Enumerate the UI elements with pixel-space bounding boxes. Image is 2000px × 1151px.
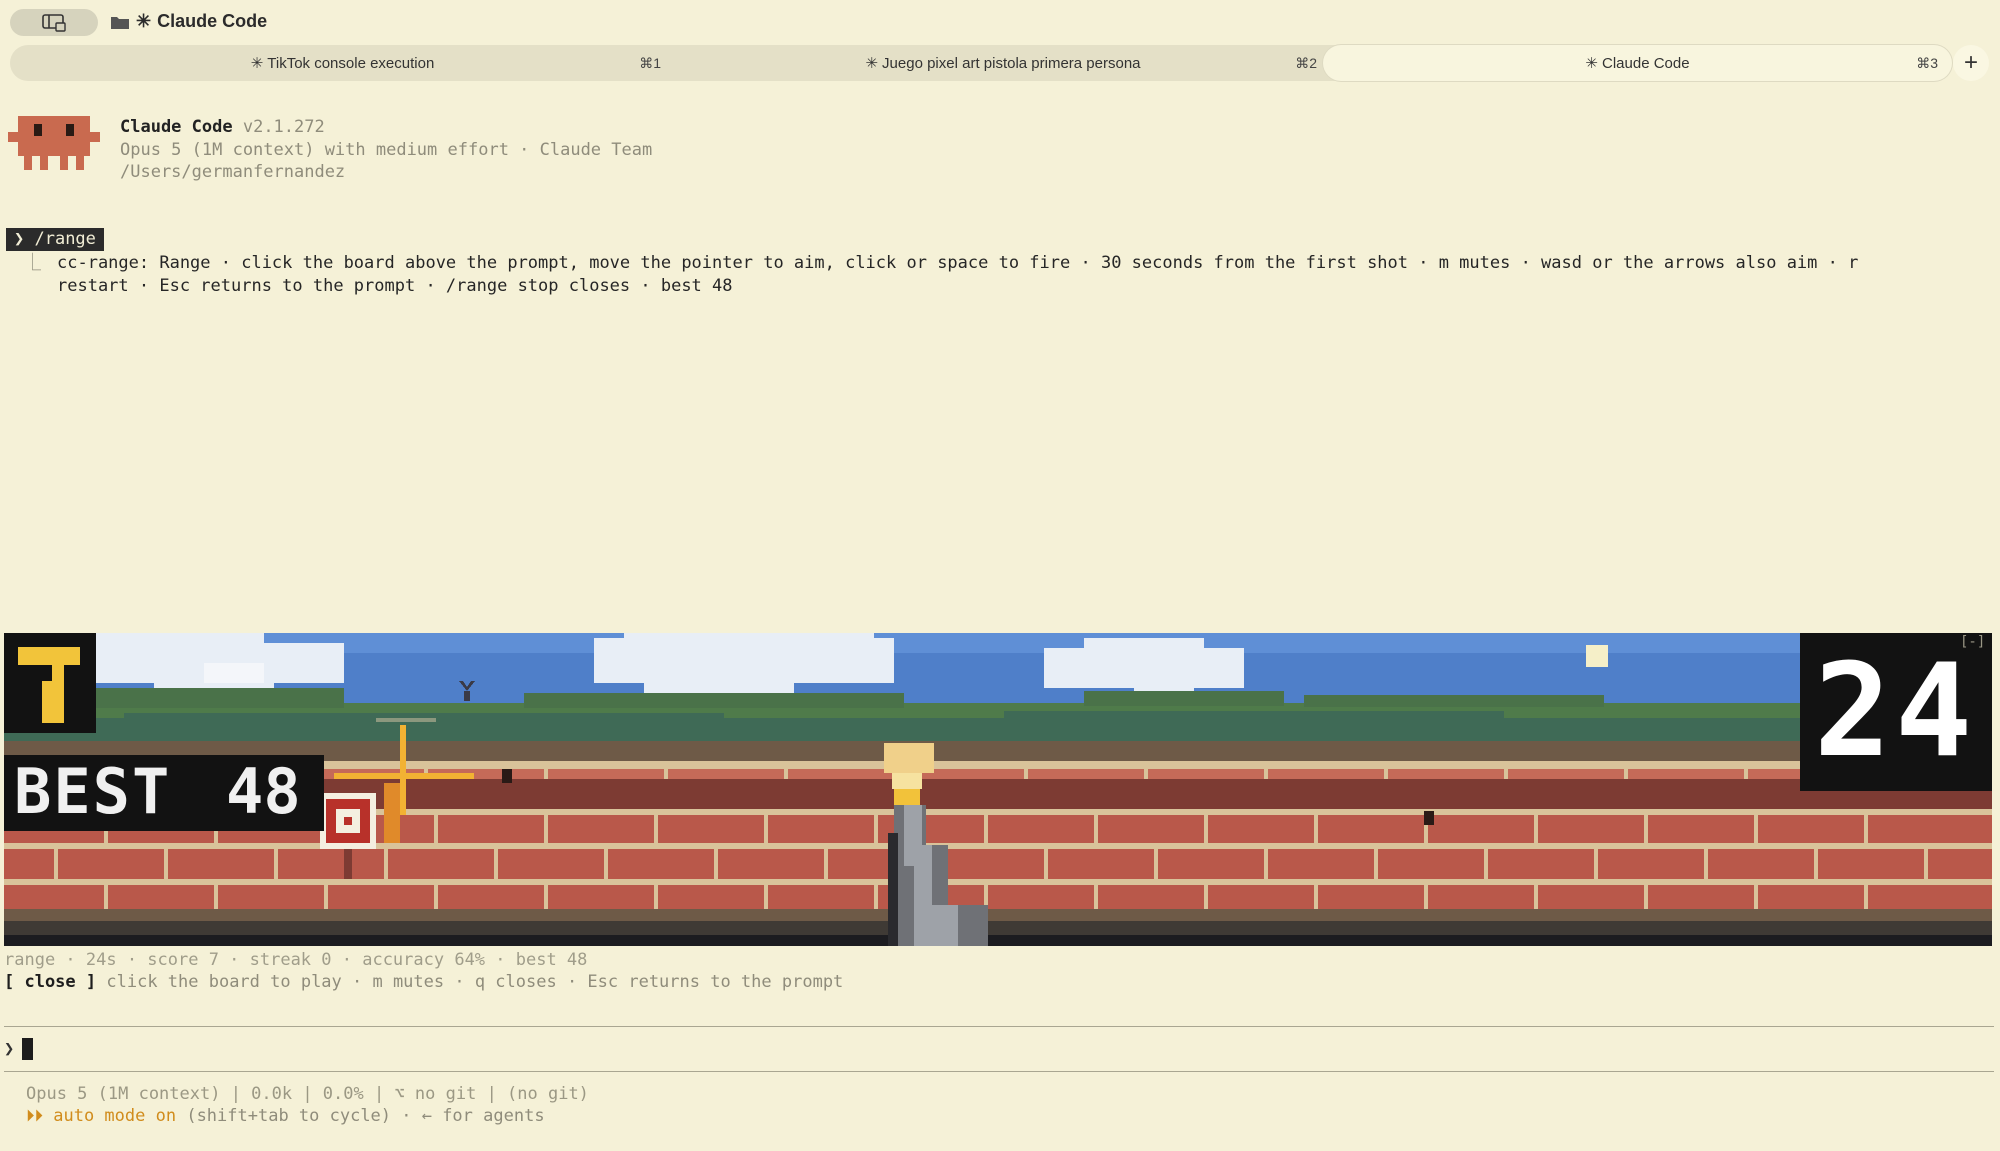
best-label: BEST bbox=[14, 755, 172, 828]
fast-forward-icon: ⏵⏵ bbox=[26, 1106, 43, 1126]
auto-mode-indicator: ⏵⏵ auto mode on (shift+tab to cycle) · ←… bbox=[26, 1105, 545, 1128]
app-name: Claude Code bbox=[120, 117, 233, 137]
window-title: Claude Code bbox=[157, 11, 268, 31]
game-hint-line: [ close ] click the board to play · m mu… bbox=[4, 971, 843, 994]
score-display: 7 bbox=[4, 633, 5, 634]
window-title-group: ✳ Claude Code bbox=[110, 11, 267, 32]
prompt-symbol: ❯ bbox=[4, 1039, 15, 1059]
tab-spinner-icon: ✳ bbox=[865, 55, 879, 72]
tab-claude-code[interactable]: ✳ Claude Code ⌘3 bbox=[1323, 45, 1952, 81]
folder-icon bbox=[111, 16, 129, 29]
session-header: Claude Code v2.1.272 Opus 5 (1M context)… bbox=[120, 116, 652, 184]
sun bbox=[1586, 645, 1608, 667]
time-remaining: 24 bbox=[1814, 637, 1977, 786]
sidebar-icon bbox=[42, 13, 66, 32]
minimize-game-button[interactable]: [-] bbox=[1960, 634, 1985, 650]
command-output: ⎿ cc-range: Range · click the board abov… bbox=[24, 252, 1974, 297]
output-line-1: cc-range: Range · click the board above … bbox=[57, 253, 1859, 273]
prompt-divider-bottom bbox=[4, 1071, 1994, 1072]
tab-label: Claude Code bbox=[1602, 54, 1690, 72]
best-value: 48 bbox=[226, 755, 301, 828]
app-version: v2.1.272 bbox=[242, 117, 325, 137]
prompt-divider-top bbox=[4, 1026, 1994, 1027]
auto-mode-hint: (shift+tab to cycle) · ← for agents bbox=[186, 1106, 545, 1126]
tab-shortcut: ⌘2 bbox=[1295, 54, 1317, 71]
status-footer: Opus 5 (1M context) | 0.0k | 0.0% | ⌥ no… bbox=[26, 1084, 589, 1104]
prompt-input[interactable]: ❯ bbox=[4, 1038, 34, 1061]
close-game-button[interactable]: [ close ] bbox=[4, 972, 96, 992]
tab-bar: ✳ TikTok console execution ⌘1 ✳ Juego pi… bbox=[10, 45, 1952, 81]
game-hint-text: click the board to play · m mutes · q cl… bbox=[106, 972, 844, 992]
working-directory: /Users/germanfernandez bbox=[120, 162, 346, 182]
sidebar-toggle-button[interactable] bbox=[10, 9, 98, 36]
output-branch-icon: ⎿ bbox=[24, 253, 41, 273]
tab-shortcut: ⌘3 bbox=[1916, 54, 1938, 71]
tab-tiktok-console[interactable]: ✳ TikTok console execution ⌘1 bbox=[10, 45, 675, 81]
title-bar: ✳ Claude Code bbox=[0, 0, 2000, 44]
bullet-hole bbox=[1424, 811, 1434, 825]
command-text: /range bbox=[34, 229, 96, 249]
tab-juego-pixel-art[interactable]: ✳ Juego pixel art pistola primera person… bbox=[675, 45, 1331, 81]
plus-icon: + bbox=[1963, 49, 1978, 76]
auto-mode-label: auto mode on bbox=[53, 1106, 177, 1126]
output-line-2: restart · Esc returns to the prompt · /r… bbox=[57, 275, 733, 296]
text-cursor bbox=[22, 1038, 34, 1060]
game-board[interactable]: 7 BEST 48 24 bbox=[4, 633, 1992, 946]
spinner-icon: ✳ bbox=[136, 11, 152, 31]
claude-crab-logo bbox=[8, 116, 100, 170]
game-scene bbox=[4, 633, 1992, 946]
tab-shortcut: ⌘1 bbox=[639, 54, 661, 71]
game-status-line: range · 24s · score 7 · streak 0 · accur… bbox=[4, 950, 588, 970]
model-info: Opus 5 (1M context) with medium effort ·… bbox=[120, 139, 653, 160]
tab-spinner-icon: ✳ bbox=[1585, 55, 1598, 72]
new-tab-button[interactable]: + bbox=[1953, 45, 1989, 81]
command-echo: ❯ /range bbox=[6, 228, 104, 251]
tab-label: Juego pixel art pistola primera persona bbox=[882, 54, 1141, 72]
bullet-hole bbox=[502, 769, 512, 783]
tab-spinner-icon: ✳ bbox=[250, 55, 264, 72]
terminal-window: ✳ Claude Code ✳ TikTok console execution… bbox=[0, 0, 2000, 1151]
tab-label: TikTok console execution bbox=[267, 54, 435, 72]
